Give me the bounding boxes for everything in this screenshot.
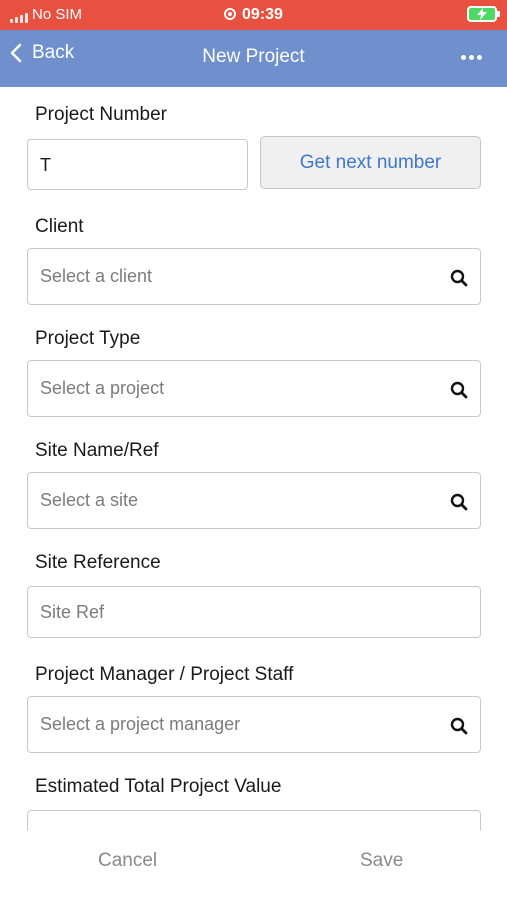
status-bar: No SIM 09:39 (0, 0, 507, 30)
project-manager-label: Project Manager / Project Staff (35, 664, 294, 685)
new-project-form[interactable]: Project Number T Get next number Client … (0, 87, 507, 831)
search-icon[interactable] (450, 381, 468, 399)
project-number-input[interactable]: T (27, 139, 248, 190)
page-title: New Project (202, 46, 305, 67)
estimated-value-label: Estimated Total Project Value (35, 776, 282, 797)
project-number-label: Project Number (35, 104, 167, 125)
site-reference-placeholder: Site Ref (40, 602, 105, 622)
site-reference-label: Site Reference (35, 552, 161, 573)
project-type-select[interactable]: Select a project (27, 360, 481, 417)
time-label: 09:39 (242, 6, 283, 23)
save-button[interactable]: Save (360, 850, 403, 872)
search-icon[interactable] (450, 717, 468, 735)
nav-bar: Back New Project (0, 30, 507, 87)
project-manager-select[interactable]: Select a project manager (27, 696, 481, 753)
search-icon[interactable] (450, 493, 468, 511)
get-next-number-button[interactable]: Get next number (260, 136, 481, 189)
project-type-label: Project Type (35, 328, 141, 349)
project-type-placeholder: Select a project (40, 378, 165, 398)
ellipsis-dot (468, 54, 474, 60)
site-reference-input[interactable]: Site Ref (27, 586, 481, 638)
site-name-placeholder: Select a site (40, 490, 139, 510)
project-number-value: T (40, 155, 51, 175)
estimated-value-input[interactable] (27, 810, 481, 831)
ellipsis-icon (460, 54, 466, 60)
status-time: 09:39 (0, 6, 507, 24)
bottom-action-bar: Cancel Save (0, 831, 507, 900)
ellipsis-dot (476, 54, 482, 60)
battery-charging-icon (467, 6, 500, 22)
alarm-icon (224, 8, 237, 20)
search-icon[interactable] (450, 269, 468, 287)
site-name-label: Site Name/Ref (35, 440, 159, 461)
site-name-select[interactable]: Select a site (27, 472, 481, 529)
client-placeholder: Select a client (40, 266, 153, 286)
project-manager-placeholder: Select a project manager (40, 714, 241, 734)
cancel-button[interactable]: Cancel (98, 850, 157, 872)
client-select[interactable]: Select a client (27, 248, 481, 305)
client-label: Client (35, 216, 84, 237)
more-menu-button[interactable] (459, 47, 483, 67)
